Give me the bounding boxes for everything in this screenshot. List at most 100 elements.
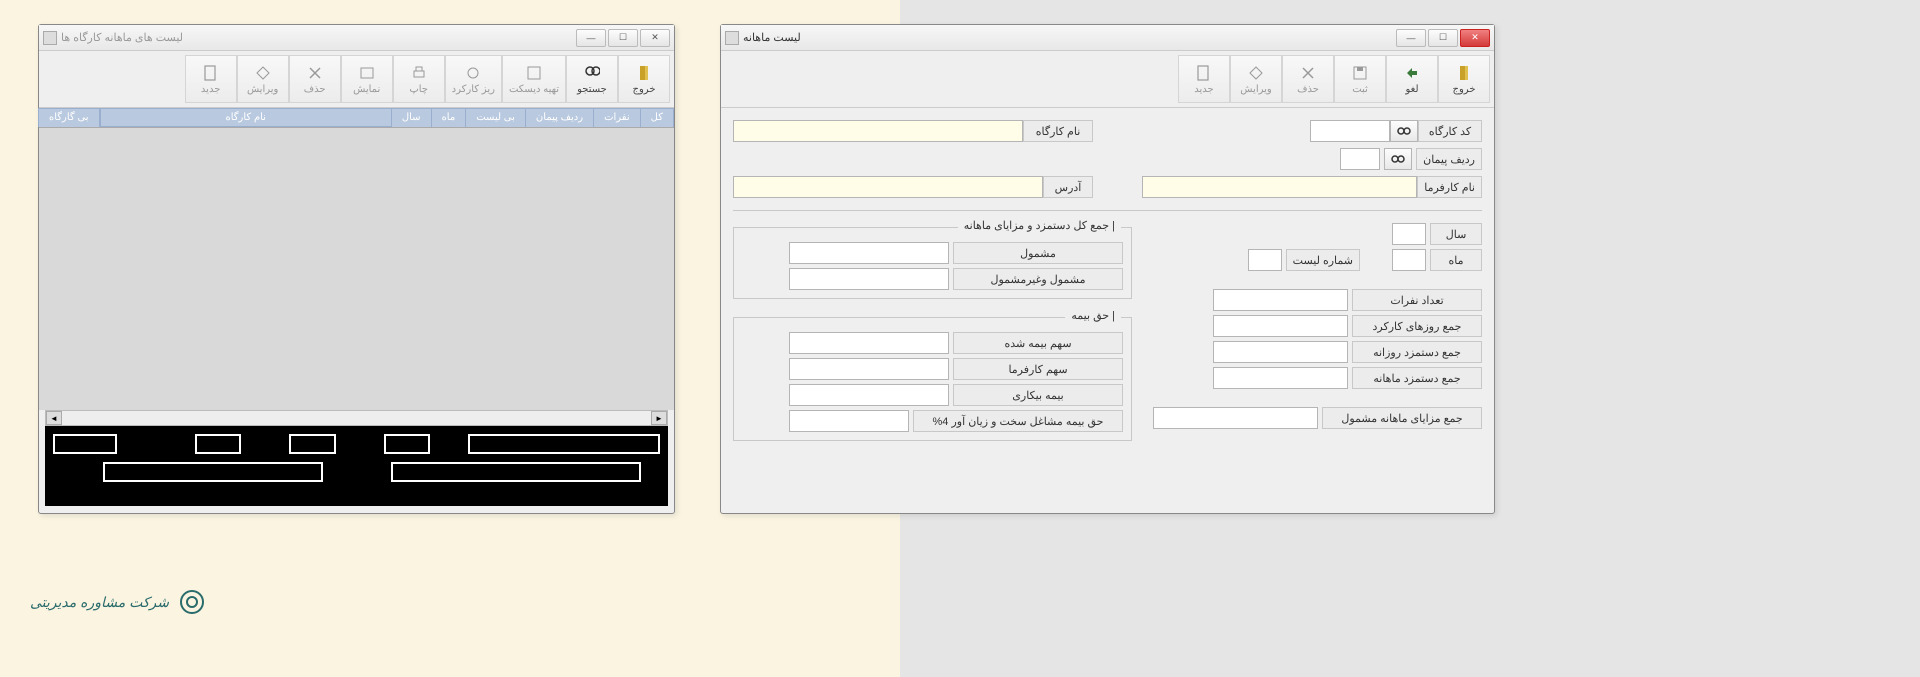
close-button[interactable]: ✕ bbox=[1460, 29, 1490, 47]
maximize-button[interactable]: ☐ bbox=[1428, 29, 1458, 47]
month-label: ماه bbox=[1430, 249, 1482, 271]
incl-nonincl-input[interactable] bbox=[789, 268, 949, 290]
workshop-code-input[interactable] bbox=[1310, 120, 1390, 142]
included-input[interactable] bbox=[789, 242, 949, 264]
toolbar-delete[interactable]: حذف bbox=[1282, 55, 1334, 103]
delete-icon bbox=[1299, 64, 1317, 82]
toolbar-delete[interactable]: حذف bbox=[289, 55, 341, 103]
toolbar: جدید ویرایش حذف ثبت لغو خروج bbox=[721, 51, 1494, 108]
exit-icon bbox=[1455, 64, 1473, 82]
workshop-list-window: لیست های ماهانه کارگاه ها — ☐ ✕ جدید ویر… bbox=[38, 24, 675, 514]
scroll-left-icon[interactable]: ◄ bbox=[46, 411, 62, 425]
window-title: لیست های ماهانه کارگاه ها bbox=[61, 31, 183, 44]
workshop-name-label: نام کارگاه bbox=[1023, 120, 1093, 142]
grid-body bbox=[39, 128, 674, 410]
footer-summary bbox=[45, 426, 668, 506]
insured-share-input[interactable] bbox=[789, 332, 949, 354]
minimize-button[interactable]: — bbox=[1396, 29, 1426, 47]
edit-icon bbox=[254, 64, 272, 82]
toolbar-edit[interactable]: ویرایش bbox=[237, 55, 289, 103]
search-icon bbox=[583, 64, 601, 82]
unemployment-label: بیمه بیکاری bbox=[953, 384, 1123, 406]
save-icon bbox=[1351, 64, 1369, 82]
person-count-input[interactable] bbox=[1213, 289, 1348, 311]
total-wage-group: | جمع کل دستمزد و مزایای ماهانه مشمول مش… bbox=[733, 227, 1132, 299]
cancel-icon bbox=[1403, 64, 1421, 82]
contract-row-label: ردیف پیمان bbox=[1416, 148, 1482, 170]
address-input[interactable] bbox=[733, 176, 1043, 198]
new-icon bbox=[1195, 64, 1213, 82]
employer-name-input[interactable] bbox=[1142, 176, 1417, 198]
window-icon bbox=[43, 31, 57, 45]
toolbar-print[interactable]: چاپ bbox=[393, 55, 445, 103]
monthly-list-window: لیست ماهانه — ☐ ✕ جدید ویرایش حذف ثبت لغ… bbox=[720, 24, 1495, 514]
employer-share-label: سهم کارفرما bbox=[953, 358, 1123, 380]
toolbar-save[interactable]: ثبت bbox=[1334, 55, 1386, 103]
summary-box bbox=[468, 434, 660, 454]
work-days-input[interactable] bbox=[1213, 315, 1348, 337]
person-count-label: تعداد نفرات bbox=[1352, 289, 1482, 311]
year-input[interactable] bbox=[1392, 223, 1426, 245]
workshop-code-search-button[interactable] bbox=[1390, 120, 1418, 142]
list-no-input[interactable] bbox=[1248, 249, 1282, 271]
window-icon bbox=[725, 31, 739, 45]
tab-0[interactable]: بی گارگاه bbox=[38, 108, 100, 127]
logo-text: شرکت مشاوره مدیریتی bbox=[30, 594, 169, 611]
tab-5[interactable]: ردیف پیمان bbox=[525, 108, 594, 127]
insured-share-label: سهم بیمه شده bbox=[953, 332, 1123, 354]
scroll-right-icon[interactable]: ► bbox=[651, 411, 667, 425]
disk-icon bbox=[525, 64, 543, 82]
premium-group-title: | حق بیمه bbox=[1065, 309, 1121, 322]
month-input[interactable] bbox=[1392, 249, 1426, 271]
form-body: کد کارگاه نام کارگاه ردیف پیمان نام کارف… bbox=[721, 108, 1494, 453]
new-icon bbox=[202, 64, 220, 82]
close-button[interactable]: ✕ bbox=[640, 29, 670, 47]
exit-icon bbox=[635, 64, 653, 82]
workshop-name-input[interactable] bbox=[733, 120, 1023, 142]
daily-wage-input[interactable] bbox=[1213, 341, 1348, 363]
toolbar-exit[interactable]: خروج bbox=[1438, 55, 1490, 103]
employer-name-label: نام کارفرما bbox=[1417, 176, 1482, 198]
employer-share-input[interactable] bbox=[789, 358, 949, 380]
toolbar: جدید ویرایش حذف نمایش چاپ ریز کارکرد تهی… bbox=[39, 51, 674, 108]
tab-2[interactable]: سال bbox=[391, 108, 432, 127]
tab-6[interactable]: نفرات bbox=[593, 108, 641, 127]
tab-1[interactable]: نام کارگاه bbox=[100, 108, 392, 127]
toolbar-disk[interactable]: تهیه دیسکت bbox=[502, 55, 566, 103]
hard-job-input[interactable] bbox=[789, 410, 909, 432]
minimize-button[interactable]: — bbox=[576, 29, 606, 47]
toolbar-edit[interactable]: ویرایش bbox=[1230, 55, 1282, 103]
print-icon bbox=[410, 64, 428, 82]
monthly-benefits-input[interactable] bbox=[1153, 407, 1318, 429]
total-wage-group-title: | جمع کل دستمزد و مزایای ماهانه bbox=[958, 219, 1121, 232]
hard-job-label: حق بیمه مشاغل سخت و زیان آور 4% bbox=[913, 410, 1123, 432]
tab-3[interactable]: ماه bbox=[431, 108, 467, 127]
workshop-code-label: کد کارگاه bbox=[1418, 120, 1482, 142]
toolbar-search[interactable]: جستجو bbox=[566, 55, 618, 103]
horizontal-scrollbar[interactable]: ◄ ► bbox=[45, 410, 668, 426]
toolbar-new[interactable]: جدید bbox=[1178, 55, 1230, 103]
contract-row-search-button[interactable] bbox=[1384, 148, 1412, 170]
monthly-wage-input[interactable] bbox=[1213, 367, 1348, 389]
toolbar-view[interactable]: نمایش bbox=[341, 55, 393, 103]
binoculars-icon bbox=[1397, 124, 1411, 138]
toolbar-cancel[interactable]: لغو bbox=[1386, 55, 1438, 103]
toolbar-new[interactable]: جدید bbox=[185, 55, 237, 103]
list-no-label: شماره لیست bbox=[1286, 249, 1360, 271]
summary-box bbox=[289, 434, 335, 454]
view-icon bbox=[358, 64, 376, 82]
maximize-button[interactable]: ☐ bbox=[608, 29, 638, 47]
toolbar-detail[interactable]: ریز کارکرد bbox=[445, 55, 502, 103]
titlebar: لیست های ماهانه کارگاه ها — ☐ ✕ bbox=[39, 25, 674, 51]
tab-7[interactable]: کل bbox=[640, 108, 674, 127]
tab-4[interactable]: بی لیست bbox=[465, 108, 526, 127]
logo-icon bbox=[177, 587, 207, 617]
contract-row-input[interactable] bbox=[1340, 148, 1380, 170]
window-title: لیست ماهانه bbox=[743, 31, 801, 44]
year-label: سال bbox=[1430, 223, 1482, 245]
monthly-wage-label: جمع دستمزد ماهانه bbox=[1352, 367, 1482, 389]
unemployment-input[interactable] bbox=[789, 384, 949, 406]
monthly-benefits-label: جمع مزایای ماهانه مشمول bbox=[1322, 407, 1482, 429]
toolbar-exit[interactable]: خروج bbox=[618, 55, 670, 103]
daily-wage-label: جمع دستمزد روزانه bbox=[1352, 341, 1482, 363]
